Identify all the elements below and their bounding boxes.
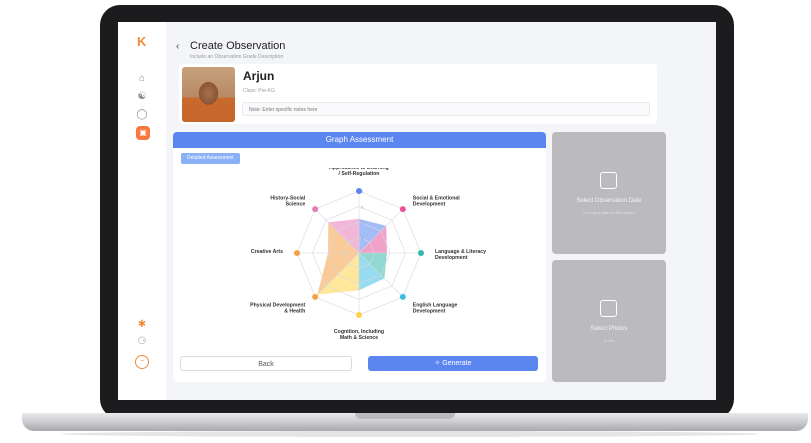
radar-axis-label-line: Math & Science: [340, 335, 378, 341]
radar-axis-dot-4: [356, 312, 362, 318]
graph-header: Graph Assessment: [173, 132, 546, 148]
radar-axis-dot-6: [294, 250, 300, 256]
page-subtitle: Include an Observation Grade Description: [190, 54, 284, 60]
select-date-sub: Choose a date for this record: [583, 210, 635, 215]
radar-axis-label-line: / Self-Regulation: [339, 171, 380, 177]
radar-axis-label-line: & Health: [284, 309, 305, 315]
radar-axis-label-line: Development: [413, 201, 446, 207]
note-input[interactable]: Note: Enter specific notes here: [242, 102, 650, 116]
radar-axis-label-2: Language & Literacy Development: [435, 249, 486, 261]
calendar-icon: [600, 172, 617, 189]
settings-icon[interactable]: ✱: [135, 318, 149, 332]
radar-axis-label-7: History-Social Science: [270, 195, 305, 207]
student-meta: Class: Pre-KG: [243, 88, 275, 94]
radar-tick-label: 3: [361, 205, 364, 210]
radar-axis-label-line: Development: [435, 255, 468, 261]
radar-axis-dot-1: [399, 206, 406, 213]
radar-axis-label-5: Physical Development & Health: [250, 303, 305, 315]
back-arrow-icon[interactable]: ‹: [176, 41, 179, 52]
radar-axis-dot-3: [399, 293, 406, 300]
radar-chart: 1234Approaches to Learning / Self-Regulat…: [250, 168, 486, 341]
radar-axis-label-line: Creative Arts: [251, 249, 283, 255]
select-date-card[interactable]: Select Observation Date Choose a date fo…: [552, 132, 666, 254]
select-date-label: Select Observation Date: [576, 198, 642, 204]
radar-axis-dot-7: [312, 206, 319, 213]
app-logo-icon: K: [137, 34, 147, 49]
radar-axis-label-3: English Language Development: [413, 303, 458, 315]
radar-axis-label-line: Science: [286, 201, 306, 207]
page-title: Create Observation: [190, 40, 286, 52]
users-icon[interactable]: ☯: [135, 90, 149, 104]
student-profile-card: Arjun Class: Pre-KG Note: Enter specific…: [179, 64, 657, 124]
radar-axis-label-0: Approaches to Learning / Self-Regulation: [329, 168, 389, 177]
select-photos-card[interactable]: Select Photos or link: [552, 260, 666, 382]
help-icon[interactable]: ⚆: [135, 335, 149, 349]
radar-axis-dot-2: [418, 250, 424, 256]
radar-axis-dot-0: [356, 188, 362, 194]
radar-axis-dot-5: [312, 293, 319, 300]
image-icon: [600, 300, 617, 317]
detailed-assessment-tab[interactable]: Detailed Assessment: [181, 153, 240, 164]
laptop-notch: [355, 413, 455, 419]
select-photos-sub: or link: [603, 338, 615, 343]
laptop-screen: K ⌂ ☯ ◯ ▣ ✱ ⚆ − ‹ Create Observation Inc…: [118, 22, 716, 400]
radar-axis-label-6: Creative Arts: [251, 249, 283, 255]
laptop-shadow: [60, 431, 760, 437]
radar-axis-label-1: Social & Emotional Development: [413, 195, 461, 207]
home-icon[interactable]: ⌂: [135, 72, 149, 86]
back-button[interactable]: Back: [180, 356, 352, 371]
sidebar: K ⌂ ☯ ◯ ▣ ✱ ⚆ −: [118, 22, 166, 400]
graph-assessment-card: Graph Assessment Detailed Assessment 123…: [173, 132, 546, 382]
student-name: Arjun: [243, 69, 275, 83]
logout-icon[interactable]: −: [135, 355, 149, 369]
observation-icon[interactable]: ▣: [136, 126, 150, 140]
select-photos-label: Select Photos: [590, 326, 628, 332]
generate-button[interactable]: ✧ Generate: [368, 356, 538, 371]
student-avatar: [182, 67, 235, 122]
radar-axis-label-line: Development: [413, 309, 446, 315]
radar-axis-label-4: Cognition, Including Math & Science: [334, 329, 384, 341]
main-content: ‹ Create Observation Include an Observat…: [166, 22, 716, 400]
chat-icon[interactable]: ◯: [135, 108, 149, 122]
